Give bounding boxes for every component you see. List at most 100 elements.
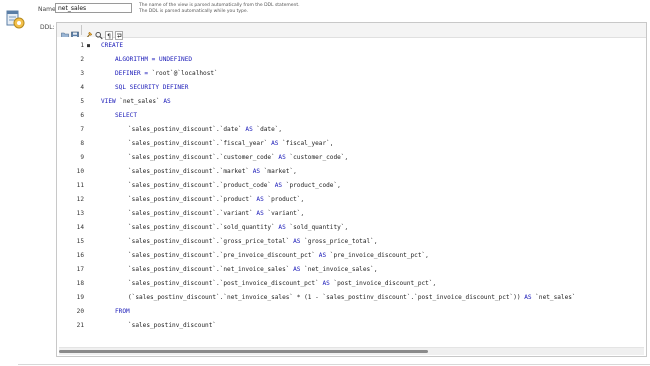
ddl-label: DDL: bbox=[40, 24, 55, 31]
sql-identifier: `sales_postinv_discount`.`market` bbox=[128, 168, 250, 175]
scrollbar-thumb[interactable] bbox=[59, 350, 428, 353]
line-number: 13 bbox=[76, 210, 84, 217]
code-line[interactable]: 20 FROM bbox=[57, 305, 646, 319]
sql-keyword: AS bbox=[289, 266, 305, 273]
sql-identifier: `sold_quantity`, bbox=[289, 224, 349, 231]
code-text: `sales_postinv_discount`.`market` AS `ma… bbox=[128, 165, 297, 179]
code-line[interactable]: 14 `sales_postinv_discount`.`sold_quantit… bbox=[57, 221, 646, 235]
code-line[interactable]: 12 `sales_postinv_discount`.`product` AS … bbox=[57, 193, 646, 207]
code-line[interactable]: 3 DEFINER = `root`@`localhost` bbox=[57, 67, 646, 81]
sql-keyword: AS bbox=[274, 154, 290, 161]
editor-toolbar: ¶ bbox=[57, 23, 646, 40]
sql-keyword: SELECT bbox=[115, 112, 138, 119]
view-name-input[interactable] bbox=[55, 3, 132, 13]
find-icon[interactable] bbox=[95, 25, 103, 40]
sql-keyword: AS bbox=[274, 224, 290, 231]
sql-identifier: `sales_postinv_discount`.`pre_invoice_di… bbox=[128, 252, 316, 259]
sql-identifier: `sales_postinv_discount`.`net_invoice_sa… bbox=[128, 266, 290, 273]
sql-keyword: ALGORITHM = UNDEFINED bbox=[115, 56, 193, 63]
code-line[interactable]: 2 ALGORITHM = UNDEFINED bbox=[57, 53, 646, 67]
sql-identifier: `root`@`localhost` bbox=[151, 70, 218, 77]
code-line[interactable]: 18 `sales_postinv_discount`.`post_invoice… bbox=[57, 277, 646, 291]
code-text: `sales_postinv_discount`.`product_code` … bbox=[128, 179, 341, 193]
line-number: 21 bbox=[76, 322, 84, 329]
sql-identifier: `variant`, bbox=[267, 210, 305, 217]
line-number: 20 bbox=[76, 308, 84, 315]
code-line[interactable]: 1 ■ CREATE bbox=[57, 39, 646, 53]
horizontal-scrollbar[interactable] bbox=[59, 347, 644, 355]
code-text: CREATE bbox=[101, 39, 123, 53]
line-number: 11 bbox=[76, 182, 84, 189]
sql-identifier: `net_sales` bbox=[535, 294, 576, 301]
code-line[interactable]: 8 `sales_postinv_discount`.`fiscal_year` … bbox=[57, 137, 646, 151]
code-line[interactable]: 15 `sales_postinv_discount`.`gross_price_… bbox=[57, 235, 646, 249]
sql-identifier: `sales_postinv_discount`.`customer_code` bbox=[128, 154, 275, 161]
code-text: `sales_postinv_discount`.`sold_quantity`… bbox=[128, 221, 348, 235]
sql-keyword: DEFINER = bbox=[115, 70, 152, 77]
sql-keyword: AS bbox=[271, 182, 286, 189]
sql-identifier: `net_invoice_sales`, bbox=[304, 266, 378, 273]
sql-identifier: `sales_postinv_discount`.`gross_price_to… bbox=[128, 238, 290, 245]
line-number: 15 bbox=[76, 238, 84, 245]
code-line[interactable]: 9 `sales_postinv_discount`.`customer_code… bbox=[57, 151, 646, 165]
name-hint-text: The name of the view is parsed automatic… bbox=[139, 3, 300, 14]
toolbar-separator bbox=[81, 25, 82, 35]
sql-identifier: `sales_postinv_discount`.`date` bbox=[128, 126, 242, 133]
toggle-whitespace-icon[interactable]: ¶ bbox=[105, 25, 113, 40]
line-number: 6 bbox=[80, 112, 84, 119]
code-line[interactable]: 4 SQL SECURITY DEFINER bbox=[57, 81, 646, 95]
sql-identifier: `gross_price_total`, bbox=[304, 238, 378, 245]
line-number: 8 bbox=[80, 140, 84, 147]
fold-marker-icon[interactable]: ■ bbox=[87, 39, 90, 53]
sql-keyword: AS bbox=[159, 98, 171, 105]
sql-identifier: `sales_postinv_discount`.`sold_quantity` bbox=[128, 224, 275, 231]
code-text: FROM bbox=[115, 305, 130, 319]
code-line[interactable]: 10 `sales_postinv_discount`.`market` AS `… bbox=[57, 165, 646, 179]
code-line[interactable]: 7 `sales_postinv_discount`.`date` AS `dat… bbox=[57, 123, 646, 137]
sql-identifier: (`sales_postinv_discount`.`net_invoice_s… bbox=[128, 294, 521, 301]
sql-identifier: `customer_code`, bbox=[289, 154, 349, 161]
save-file-icon[interactable] bbox=[71, 25, 79, 40]
code-line[interactable]: 16 `sales_postinv_discount`.`pre_invoice_… bbox=[57, 249, 646, 263]
code-text: (`sales_postinv_discount`.`net_invoice_s… bbox=[128, 291, 576, 305]
bottom-divider bbox=[18, 364, 650, 365]
code-text: `sales_postinv_discount`.`date` AS `date… bbox=[128, 123, 282, 137]
sql-identifier: `sales_postinv_discount`.`variant` bbox=[128, 210, 253, 217]
line-number: 1 bbox=[80, 42, 84, 49]
sql-identifier: `post_invoice_discount_pct`, bbox=[333, 280, 437, 287]
sql-keyword: AS bbox=[249, 168, 264, 175]
line-number: 7 bbox=[80, 126, 84, 133]
word-wrap-icon[interactable] bbox=[115, 25, 123, 40]
code-line[interactable]: 17 `sales_postinv_discount`.`net_invoice_… bbox=[57, 263, 646, 277]
ddl-editor[interactable]: ¶ 1 ■ CREATE 2 ALGORITHM = UNDEFINED 3 DEFINER… bbox=[56, 22, 647, 357]
sql-identifier: `sales_postinv_discount`.`product` bbox=[128, 196, 253, 203]
line-number: 10 bbox=[76, 168, 84, 175]
code-text: `sales_postinv_discount`.`gross_price_to… bbox=[128, 235, 378, 249]
code-line[interactable]: 11 `sales_postinv_discount`.`product_code… bbox=[57, 179, 646, 193]
line-number: 12 bbox=[76, 196, 84, 203]
code-line[interactable]: 6 SELECT bbox=[57, 109, 646, 123]
open-file-icon[interactable] bbox=[61, 25, 69, 40]
code-text: SELECT bbox=[115, 109, 137, 123]
code-line[interactable]: 21 `sales_postinv_discount` bbox=[57, 319, 646, 333]
code-line[interactable]: 13 `sales_postinv_discount`.`variant` AS … bbox=[57, 207, 646, 221]
code-line[interactable]: 5 VIEW `net_sales` AS bbox=[57, 95, 646, 109]
code-text: `sales_postinv_discount`.`net_invoice_sa… bbox=[128, 263, 378, 277]
line-number: 17 bbox=[76, 266, 84, 273]
code-line[interactable]: 19 (`sales_postinv_discount`.`net_invoice… bbox=[57, 291, 646, 305]
sql-keyword: FROM bbox=[115, 308, 130, 315]
code-text: `sales_postinv_discount`.`customer_code`… bbox=[128, 151, 348, 165]
sql-identifier: `market`, bbox=[263, 168, 297, 175]
sql-identifier: `product`, bbox=[267, 196, 305, 203]
sql-identifier: `fiscal_year`, bbox=[282, 140, 334, 147]
code-text: VIEW `net_sales` AS bbox=[101, 95, 171, 109]
line-number: 3 bbox=[80, 70, 84, 77]
code-text: `sales_postinv_discount`.`fiscal_year` A… bbox=[128, 137, 333, 151]
sql-keyword: CREATE bbox=[101, 42, 124, 49]
sql-keyword: AS bbox=[252, 196, 268, 203]
code-text: DEFINER = `root`@`localhost` bbox=[115, 67, 218, 81]
sql-keyword: SQL SECURITY DEFINER bbox=[115, 84, 189, 91]
beautify-icon[interactable] bbox=[85, 25, 93, 40]
sql-keyword: AS bbox=[315, 252, 330, 259]
line-number: 9 bbox=[80, 154, 84, 161]
